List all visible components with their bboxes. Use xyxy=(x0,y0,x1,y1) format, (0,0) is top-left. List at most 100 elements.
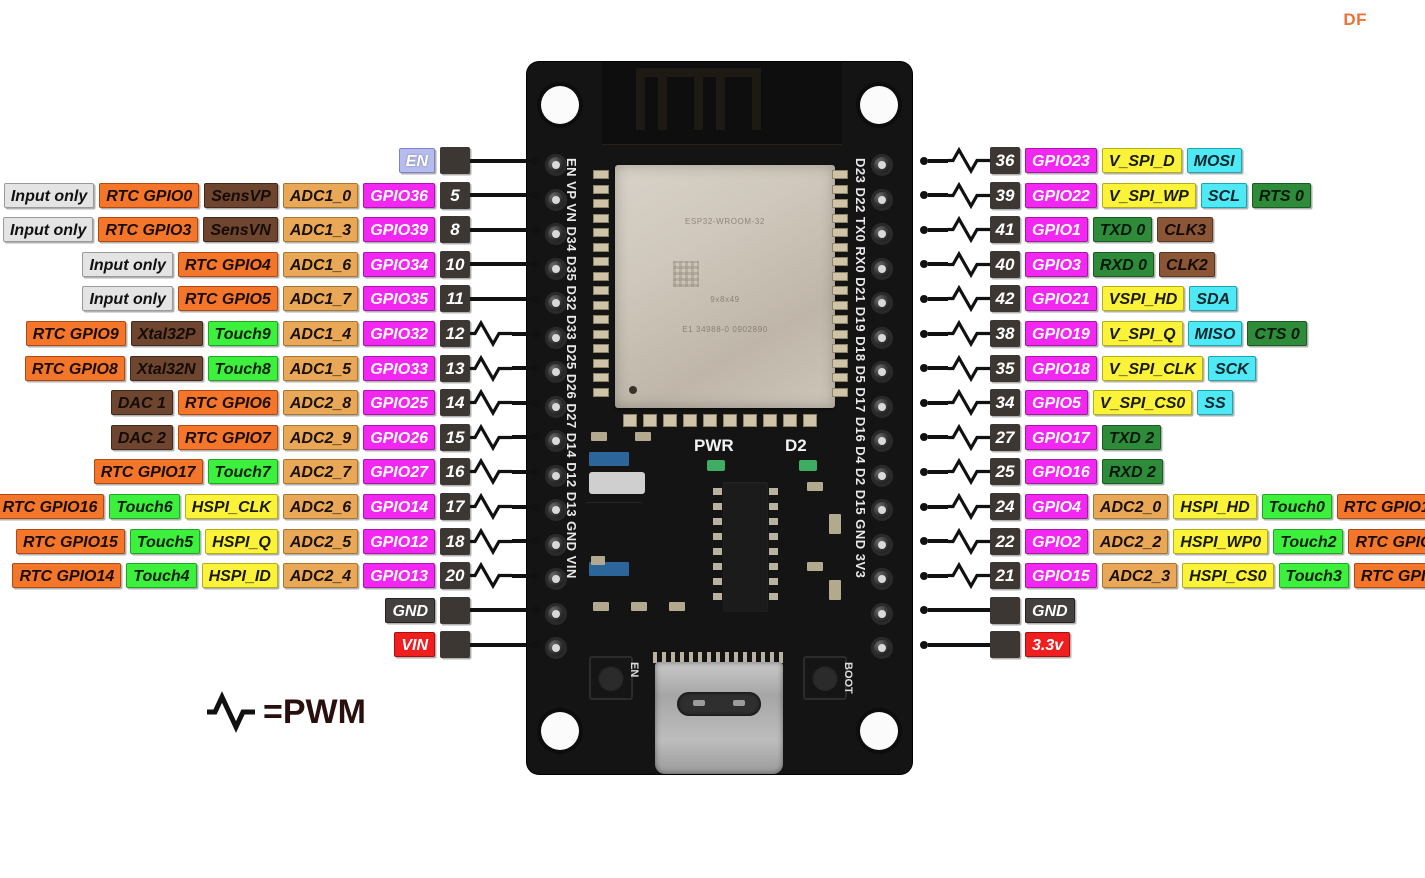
pwr-led-label: PWR xyxy=(694,436,734,455)
pin-label-chip: GPIO34 xyxy=(363,251,435,277)
pin-label-chip: 3.3v xyxy=(1025,632,1071,658)
pin-number-badge: 34 xyxy=(990,389,1020,417)
esp32-wroom-module: ESP32-WROOM-32 9x8x49 E1 34988-0 0902890 xyxy=(615,165,835,408)
pin-lead xyxy=(512,320,540,347)
module-etch-serial: E1 34988-0 0902890 xyxy=(682,325,768,334)
pcb-antenna xyxy=(602,62,842,145)
pin-number-badge: 40 xyxy=(990,250,1020,278)
pin-number-badge xyxy=(440,147,470,174)
pin-label-chip: SCK xyxy=(1207,355,1256,381)
pin-lead xyxy=(512,389,540,416)
pwm-wave-icon xyxy=(948,562,990,590)
pin-label-chip: GPIO18 xyxy=(1025,355,1097,381)
pwm-wave-icon xyxy=(948,285,990,313)
pin-label-chip: SensVP xyxy=(204,182,278,208)
pin-number-badge: 22 xyxy=(990,527,1020,555)
pin-label-chip: GPIO25 xyxy=(363,390,435,416)
pin-label-chip: HSPI_WP0 xyxy=(1173,528,1269,554)
pin-number-badge: 24 xyxy=(990,493,1020,520)
pin-label-chip: RTC GPIO6 xyxy=(177,390,278,416)
pin-label-chip: GND xyxy=(1025,597,1075,623)
pin-row: RTC GPIO16 Touch6 HSPI_CLK ADC2_6 GPIO14 17 xyxy=(0,493,540,520)
crystal xyxy=(589,472,645,494)
pin-row: RTC GPIO14 Touch4 HSPI_ID ADC2_4 GPIO13 20 xyxy=(12,562,540,590)
smd-resistor xyxy=(591,432,607,441)
pin-label-chip: ADC2_3 xyxy=(1101,563,1178,589)
pin-lead xyxy=(470,182,540,209)
pwm-wave-icon xyxy=(470,320,512,347)
pin-lead xyxy=(470,285,540,312)
pwm-wave-icon xyxy=(948,320,990,347)
pin-number-badge: 21 xyxy=(990,562,1020,590)
pin-label-chip: GPIO19 xyxy=(1025,321,1097,346)
pin-label-chip: Input only xyxy=(2,217,94,243)
pin-row: 41 GPIO1 TXD 0 CLK3 xyxy=(920,216,1214,244)
pin-lead xyxy=(920,389,948,416)
pin-label-chip: CTS 0 xyxy=(1247,321,1307,346)
pin-lead xyxy=(920,285,948,312)
pin-row: 25 GPIO16 RXD 2 xyxy=(920,458,1163,486)
voltage-regulator xyxy=(585,502,643,548)
pin-label-chip: RXD 0 xyxy=(1092,251,1155,277)
pin-number-badge xyxy=(990,596,1020,624)
boot-button[interactable] xyxy=(803,656,847,700)
pin-row: RTC GPIO15 Touch5 HSPI_Q ADC2_5 GPIO12 18 xyxy=(16,527,540,555)
pin-lead xyxy=(470,631,540,658)
usb-c-connector[interactable] xyxy=(655,662,783,774)
module-pads-right xyxy=(832,170,848,402)
pin-label-chip: Touch2 xyxy=(1273,528,1344,554)
pin-label-chip: V_SPI_WP xyxy=(1101,182,1196,208)
smd-resistor xyxy=(635,432,651,441)
pin-label-chip: MOSI xyxy=(1186,148,1242,173)
pin-label-chip: SS xyxy=(1197,390,1233,416)
pin-row: DAC 2 RTC GPIO7 ADC2_9 GPIO26 15 xyxy=(110,423,540,451)
pin-row: RTC GPIO17 Touch7 ADC2_7 GPIO27 16 xyxy=(93,458,540,486)
pin-label-chip: VIN xyxy=(394,632,435,658)
pin-label-chip: RTC GPIO17 xyxy=(93,459,203,485)
pin-number-badge xyxy=(440,631,470,659)
pin-lead xyxy=(920,424,948,451)
en-button[interactable] xyxy=(589,656,633,700)
pwm-wave-icon xyxy=(470,493,512,520)
pin-label-chip: GPIO27 xyxy=(363,459,435,485)
pin-label-chip: Xtal32P xyxy=(130,321,203,346)
pin-label-chip: RTC GPIO12 xyxy=(1348,528,1425,554)
pin-label-chip: SensVN xyxy=(203,217,278,243)
pin-label-chip: ADC2_4 xyxy=(282,563,359,589)
pwm-legend: =PWM xyxy=(205,690,366,734)
pwm-wave-icon xyxy=(948,250,990,278)
pin-number-badge: 18 xyxy=(440,527,470,555)
pin-row: VIN xyxy=(394,631,540,659)
pin-lead xyxy=(920,528,948,555)
pin-label-chip: SCL xyxy=(1200,182,1247,208)
pin-number-badge: 5 xyxy=(440,181,470,209)
pin-label-chip: RTC GPIO16 xyxy=(0,494,105,519)
pin-label-chip: CLK2 xyxy=(1159,251,1215,277)
pin-label-chip: GPIO12 xyxy=(363,528,435,554)
pin-label-chip: Touch4 xyxy=(126,563,197,589)
boot-button-label: BOOT xyxy=(842,662,854,694)
pin-number-badge: 38 xyxy=(990,320,1020,347)
pin-label-chip: Touch8 xyxy=(207,355,278,381)
pin-label-chip: HSPI_CLK xyxy=(184,494,278,519)
pin-lead xyxy=(512,355,540,382)
pin-number-badge: 13 xyxy=(440,354,470,382)
pwm-wave-icon xyxy=(948,493,990,520)
pwm-wave-icon xyxy=(470,458,512,486)
pin-number-badge: 16 xyxy=(440,458,470,486)
pin-row: 3.3v xyxy=(920,631,1071,659)
pin-label-chip: V_SPI_Q xyxy=(1101,321,1183,346)
pin-label-chip: MISO xyxy=(1187,321,1243,346)
pin-lead xyxy=(512,458,540,485)
mounting-hole xyxy=(541,86,579,124)
pin-label-chip: RTC GPIO13 xyxy=(1353,563,1425,589)
pin-number-badge: 17 xyxy=(440,493,470,520)
pin-lead xyxy=(470,147,540,174)
pin-label-chip: V_SPI_CLK xyxy=(1101,355,1203,381)
pin-lead xyxy=(470,251,540,278)
left-pin-rail: EN Input only RTC GPIO0 SensVP ADC1_0 GPIO36 5… xyxy=(0,0,540,878)
pin-number-badge xyxy=(440,596,470,624)
pin-label-chip: GPIO14 xyxy=(363,494,435,519)
usb-slot xyxy=(677,692,761,716)
pin-label-chip: Touch0 xyxy=(1261,494,1332,519)
